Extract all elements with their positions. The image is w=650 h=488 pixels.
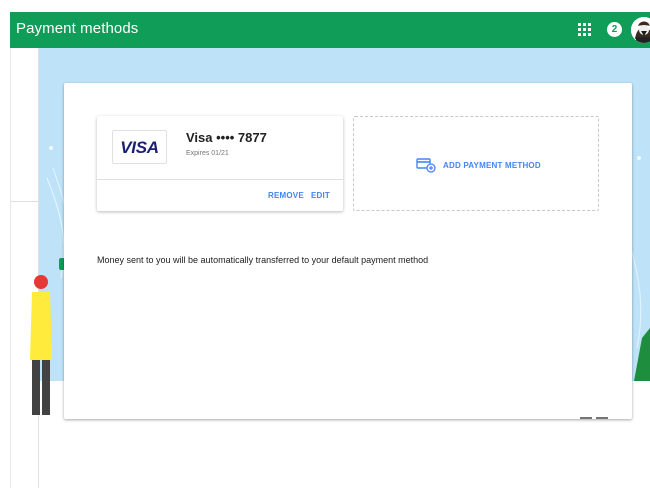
page-title: Payment methods [16, 20, 139, 37]
add-payment-method-label: ADD PAYMENT METHOD [443, 161, 541, 170]
profile-avatar-icon [631, 17, 650, 43]
notification-count-badge[interactable]: 2 [607, 22, 622, 37]
add-card-icon [416, 158, 436, 173]
card-brand-label: VISA [120, 138, 159, 157]
payment-method-card: VISA Visa •••• 7877 Expires 01/21 REMOVE… [97, 116, 343, 211]
payment-methods-page: Payment methods 2 VISA Visa •••• 7877 Ex… [0, 0, 650, 488]
person-illustration [30, 275, 52, 415]
avatar[interactable] [631, 17, 650, 43]
add-payment-method-button[interactable]: ADD PAYMENT METHOD [353, 116, 599, 211]
app-bar: Payment methods 2 [10, 12, 650, 48]
edit-button[interactable]: EDIT [311, 191, 330, 200]
card-divider [97, 179, 343, 180]
card-name: Visa •••• 7877 [186, 130, 267, 145]
payment-methods-card: VISA Visa •••• 7877 Expires 01/21 REMOVE… [64, 83, 632, 419]
visa-logo: VISA [112, 130, 167, 164]
remove-button[interactable]: REMOVE [268, 191, 304, 200]
default-payment-note: Money sent to you will be automatically … [97, 255, 429, 265]
card-expiry: Expires 01/21 [186, 150, 229, 157]
left-rail-separator [10, 201, 38, 202]
overflow-indicator-icon [580, 417, 608, 420]
left-frame-edge [10, 48, 11, 488]
apps-grid-icon[interactable] [578, 23, 592, 37]
